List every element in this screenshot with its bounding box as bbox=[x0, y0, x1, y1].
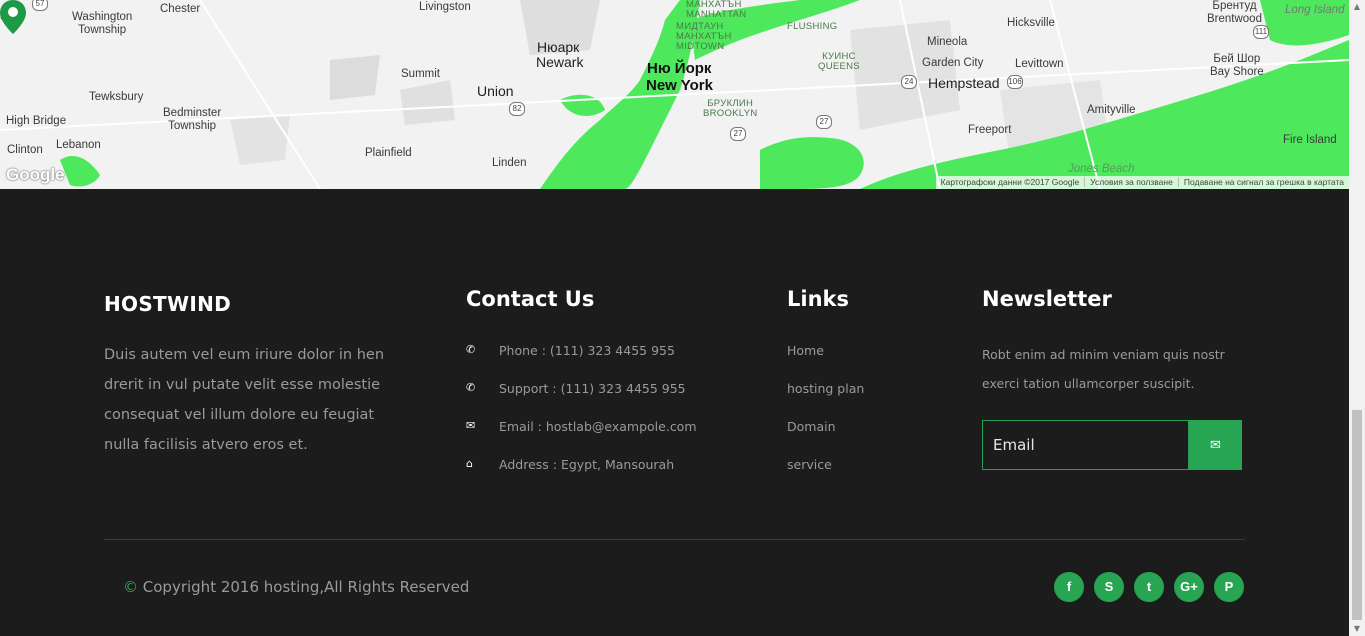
copyright-text: Copyright 2016 hosting,All Rights Reserv… bbox=[142, 578, 470, 596]
contact-text: Phone : (111) 323 4455 955 bbox=[499, 343, 675, 358]
report-error-link[interactable]: Подаване на сигнал за грешка в картата bbox=[1177, 177, 1349, 187]
social-links: f S t G+ P bbox=[1054, 572, 1244, 602]
footer-about-text: Duis autem vel eum iriure dolor in hen d… bbox=[104, 347, 385, 453]
google-plus-icon[interactable]: G+ bbox=[1174, 572, 1204, 602]
location-pin-icon[interactable] bbox=[0, 0, 26, 34]
copyright: © Copyright 2016 hosting,All Rights Rese… bbox=[123, 578, 469, 596]
footer-link-hosting-plan[interactable]: hosting plan bbox=[787, 381, 864, 419]
scrollbar-thumb[interactable] bbox=[1352, 410, 1362, 620]
map-label: Bedminster Township bbox=[163, 107, 222, 132]
google-logo[interactable]: Google bbox=[6, 165, 65, 185]
map-label: Plainfield bbox=[365, 147, 412, 159]
send-icon: ✉ bbox=[1210, 437, 1221, 452]
map-label: Garden City bbox=[922, 57, 984, 69]
map-label: Livingston bbox=[419, 1, 471, 13]
copyright-icon: © bbox=[123, 578, 138, 596]
scroll-down-icon[interactable]: ▼ bbox=[1349, 622, 1365, 636]
map-label: Брентуд Brentwood bbox=[1207, 0, 1262, 25]
map-label: Levittown bbox=[1015, 58, 1064, 70]
map-label: Mineola bbox=[927, 36, 968, 48]
contact-text: Support : (111) 323 4455 955 bbox=[499, 381, 686, 396]
map-label: Hempstead bbox=[928, 75, 1000, 91]
map-label: Freeport bbox=[968, 124, 1012, 136]
footer-brand: HOSTWIND bbox=[104, 292, 232, 316]
twitter-icon[interactable]: t bbox=[1134, 572, 1164, 602]
scroll-up-icon[interactable]: ▲ bbox=[1349, 0, 1365, 14]
newsletter-title: Newsletter bbox=[982, 287, 1112, 311]
map-label: Tewksbury bbox=[89, 91, 144, 103]
contact-text: Email : hostlab@exampole.com bbox=[499, 419, 697, 434]
route-shield: 57 bbox=[32, 0, 48, 11]
map-label: Fire Island bbox=[1283, 134, 1337, 146]
map-label: Jones Beach bbox=[1068, 163, 1135, 175]
map-label: БРУКЛИН BROOKLYN bbox=[703, 98, 758, 119]
route-shield: 24 bbox=[901, 75, 917, 89]
map-label: Newark bbox=[536, 54, 584, 70]
phone-icon: ✆ bbox=[466, 343, 476, 356]
location-map[interactable]: n Washington Township Chester Livingston… bbox=[0, 0, 1349, 189]
footer-link-domain[interactable]: Domain bbox=[787, 419, 864, 457]
skype-icon[interactable]: S bbox=[1094, 572, 1124, 602]
map-label: New York bbox=[646, 77, 713, 94]
map-label: Washington Township bbox=[72, 11, 133, 36]
site-footer: HOSTWIND Duis autem vel eum iriure dolor… bbox=[0, 189, 1349, 636]
map-label: Amityville bbox=[1087, 104, 1136, 116]
map-label: Ню Йорк bbox=[647, 60, 712, 77]
route-shield: 27 bbox=[816, 115, 832, 129]
pinterest-icon[interactable]: P bbox=[1214, 572, 1244, 602]
footer-link-service[interactable]: service bbox=[787, 457, 864, 495]
map-label: FLUSHING bbox=[787, 21, 838, 32]
footer-divider bbox=[104, 539, 1245, 540]
map-data-credit: Картографски данни ©2017 Google bbox=[940, 177, 1080, 187]
map-label: Hicksville bbox=[1007, 17, 1055, 29]
newsletter-email-input[interactable] bbox=[982, 420, 1189, 470]
map-label: Нюарк bbox=[537, 39, 580, 55]
map-label: КУИНС QUEENS bbox=[818, 51, 860, 72]
newsletter-submit-button[interactable]: ✉ bbox=[1189, 420, 1242, 470]
facebook-icon[interactable]: f bbox=[1054, 572, 1084, 602]
map-label: Union bbox=[477, 83, 514, 99]
contact-text: Address : Egypt, Mansourah bbox=[499, 457, 675, 472]
route-shield: 111 bbox=[1253, 25, 1269, 39]
page-scrollbar[interactable]: ▲ ▼ bbox=[1349, 0, 1365, 636]
map-label: Clinton bbox=[7, 144, 43, 156]
route-shield: 106 bbox=[1007, 75, 1023, 89]
newsletter-form: ✉ bbox=[982, 420, 1242, 470]
contact-list: ✆ Phone : (111) 323 4455 955 ✆ Support : (… bbox=[466, 343, 697, 495]
map-label: Summit bbox=[401, 68, 440, 80]
map-label: Lebanon bbox=[56, 139, 101, 151]
map-label: Long Island bbox=[1285, 4, 1345, 16]
home-icon: ⌂ bbox=[466, 457, 473, 470]
map-label: Бей Шор Bay Shore bbox=[1210, 53, 1264, 78]
route-shield: 27 bbox=[730, 127, 746, 141]
map-label: МАНХАТЪН MANHATTAN bbox=[686, 0, 747, 20]
contact-title: Contact Us bbox=[466, 287, 595, 311]
contact-item: ✆ Phone : (111) 323 4455 955 bbox=[466, 343, 697, 381]
map-terrain bbox=[0, 0, 1349, 189]
map-label: МИДТАУН МАНХАТЪН MIDTOWN bbox=[676, 21, 732, 52]
map-label: Linden bbox=[492, 157, 527, 169]
contact-item: ⌂ Address : Egypt, Mansourah bbox=[466, 457, 697, 495]
phone-icon: ✆ bbox=[466, 381, 476, 394]
map-attribution: Картографски данни ©2017 Google Условия з… bbox=[935, 176, 1349, 189]
contact-item: ✉ Email : hostlab@exampole.com bbox=[466, 419, 697, 457]
terms-link[interactable]: Условия за ползване bbox=[1084, 177, 1178, 187]
footer-links: Home hosting plan Domain service bbox=[787, 343, 864, 495]
links-title: Links bbox=[787, 287, 849, 311]
route-shield: 82 bbox=[509, 102, 525, 116]
newsletter-text: Robt enim ad minim veniam quis nostr exe… bbox=[982, 347, 1225, 391]
contact-item: ✆ Support : (111) 323 4455 955 bbox=[466, 381, 697, 419]
map-label: High Bridge bbox=[6, 115, 67, 127]
envelope-icon: ✉ bbox=[466, 419, 476, 432]
footer-link-home[interactable]: Home bbox=[787, 343, 864, 381]
map-label: Chester bbox=[160, 3, 201, 15]
